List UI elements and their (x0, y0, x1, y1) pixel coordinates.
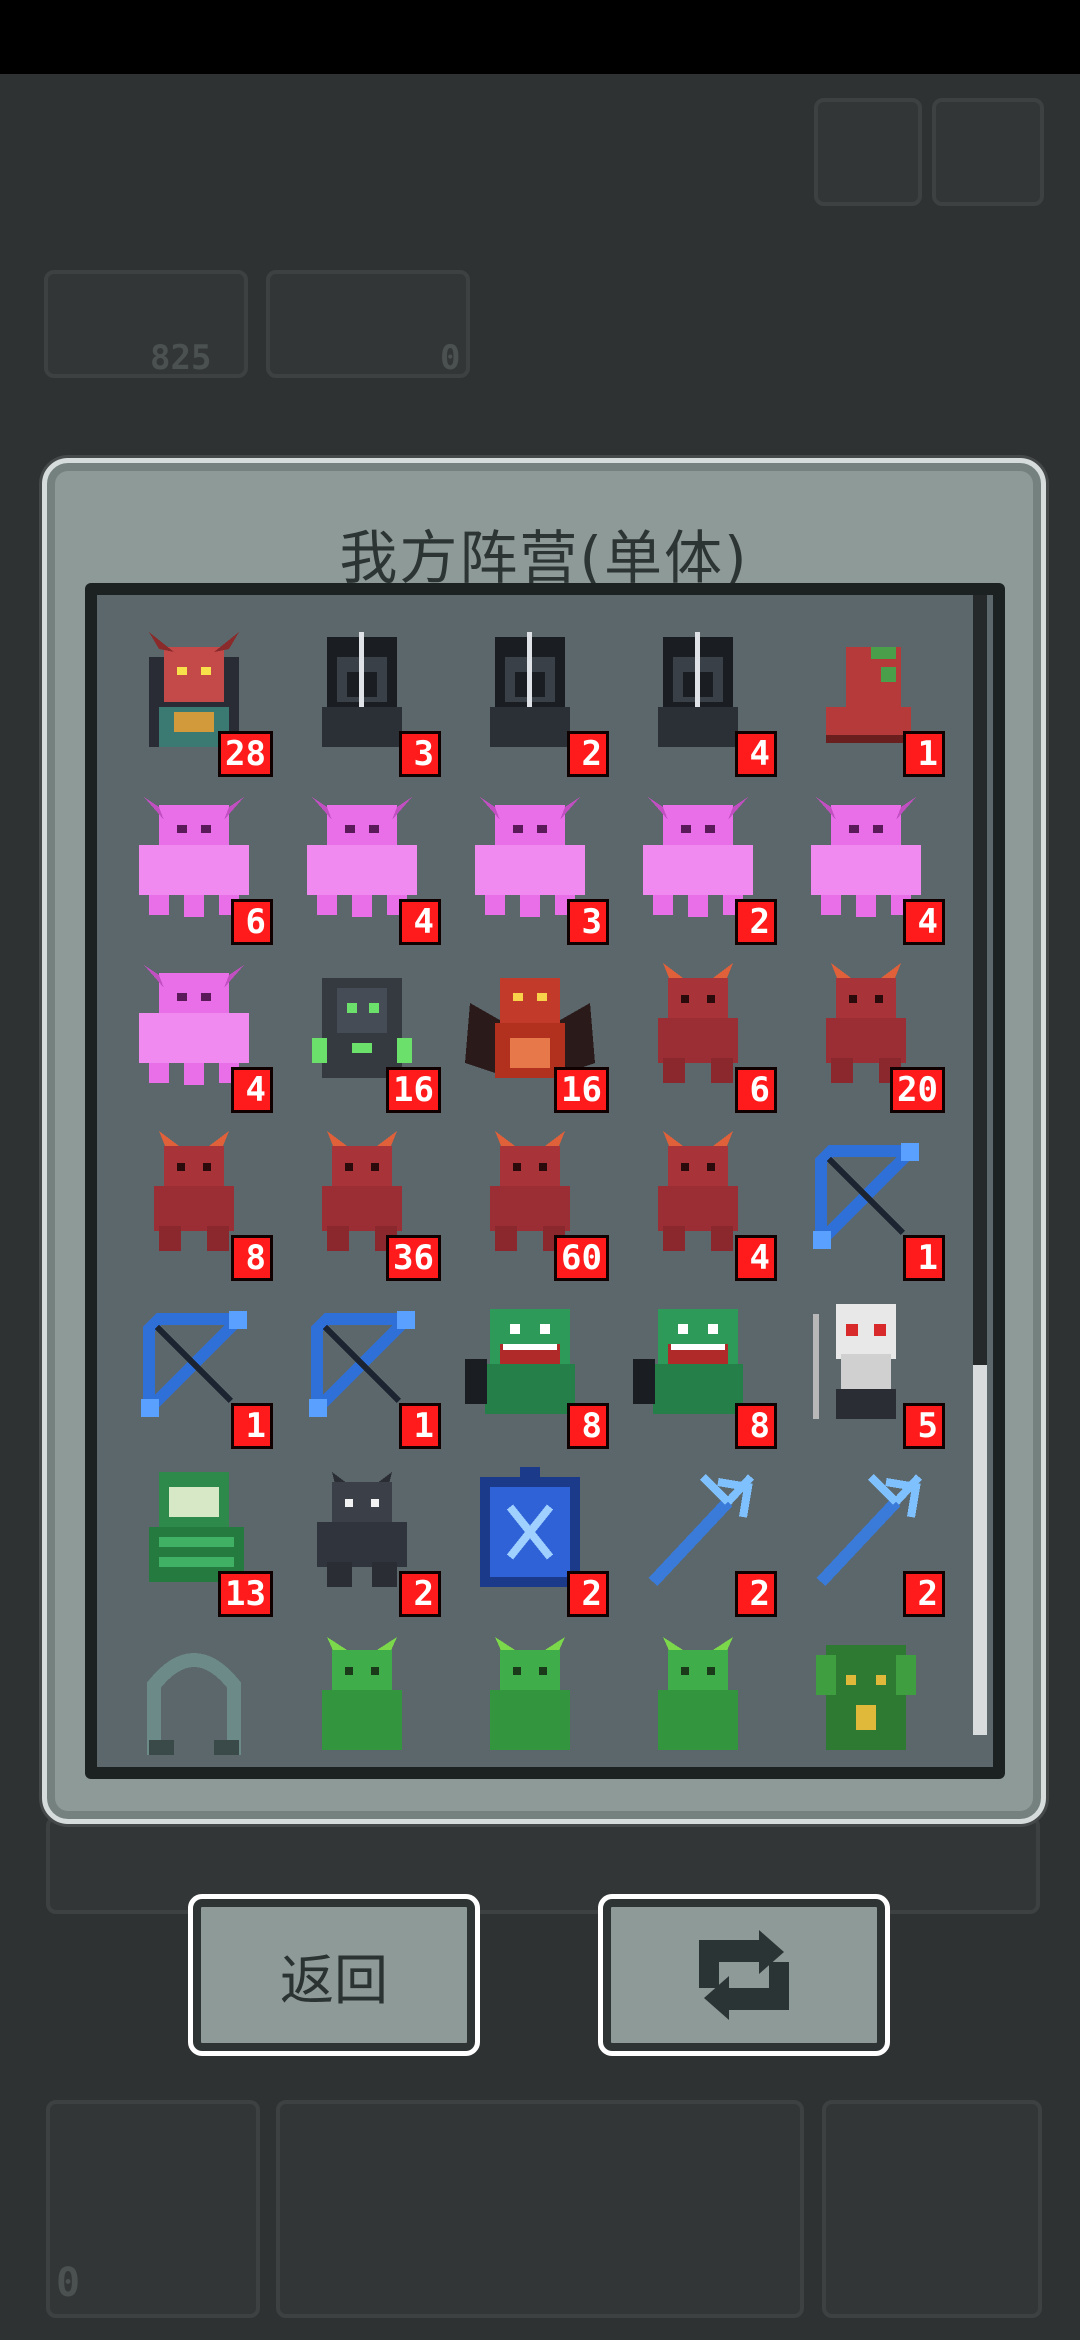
unit-count-badge: 8 (567, 1403, 609, 1449)
unit-count-badge: 8 (231, 1235, 273, 1281)
unit-card[interactable]: 2 (623, 785, 791, 953)
unit-count-badge: 3 (399, 731, 441, 777)
scrollbar-thumb[interactable] (973, 595, 987, 1365)
unit-card[interactable]: 5 (791, 1289, 959, 1457)
unit-card[interactable] (455, 1625, 623, 1767)
unit-card[interactable]: 13 (119, 1457, 287, 1625)
stone-arch-icon (147, 1653, 241, 1755)
unit-card[interactable]: 4 (791, 785, 959, 953)
unit-count-badge: 4 (735, 1235, 777, 1281)
unit-count-badge: 2 (567, 1571, 609, 1617)
unit-card[interactable]: 36 (287, 1121, 455, 1289)
bottom-left-count: 0 (56, 2260, 81, 2306)
unit-card[interactable] (119, 1625, 287, 1767)
unit-card[interactable]: 3 (287, 617, 455, 785)
unit-card[interactable]: 28 (119, 617, 287, 785)
refresh-icon (699, 1930, 789, 2020)
unit-count-badge: 1 (903, 731, 945, 777)
top-right-button-b (932, 98, 1044, 206)
refresh-button[interactable] (598, 1894, 890, 2056)
unit-card[interactable]: 2 (623, 1457, 791, 1625)
unit-card[interactable]: 8 (119, 1121, 287, 1289)
unit-card[interactable]: 1 (119, 1289, 287, 1457)
status-bar (0, 0, 1080, 74)
unit-count-badge: 2 (567, 731, 609, 777)
unit-card[interactable]: 4 (623, 1121, 791, 1289)
unit-card[interactable]: 6 (623, 953, 791, 1121)
unit-count-badge: 4 (735, 731, 777, 777)
unit-count-badge: 1 (231, 1403, 273, 1449)
unit-count-badge: 2 (903, 1571, 945, 1617)
unit-count-badge: 1 (399, 1403, 441, 1449)
green-goblin-icon (490, 1637, 570, 1750)
unit-count-badge: 2 (399, 1571, 441, 1617)
unit-card[interactable]: 1 (791, 617, 959, 785)
unit-card[interactable]: 2 (455, 1457, 623, 1625)
unit-grid-frame: 28 3 2 4 1 6 4 3 2 4 4 16 16 6 20 8 36 60 4 1 1 1 8 8 5 13 2 2 2 2 (85, 583, 1005, 1779)
unit-count-badge: 2 (735, 899, 777, 945)
unit-count-badge: 1 (903, 1235, 945, 1281)
treant-icon (816, 1645, 916, 1750)
unit-count-badge: 20 (890, 1067, 945, 1113)
unit-count-badge: 28 (218, 731, 273, 777)
unit-count-badge: 36 (386, 1235, 441, 1281)
unit-card[interactable]: 8 (455, 1289, 623, 1457)
unit-count-badge: 16 (386, 1067, 441, 1113)
unit-card[interactable]: 16 (287, 953, 455, 1121)
back-button-label: 返回 (280, 1948, 388, 2012)
unit-card[interactable]: 60 (455, 1121, 623, 1289)
bottom-right-slot (822, 2100, 1042, 2318)
unit-count-badge: 16 (554, 1067, 609, 1113)
bottom-center-slot (276, 2100, 804, 2318)
top-right-button-a (814, 98, 922, 206)
unit-card[interactable]: 4 (287, 785, 455, 953)
unit-count-badge: 6 (735, 1067, 777, 1113)
unit-count-badge: 13 (218, 1571, 273, 1617)
unit-card[interactable]: 4 (119, 953, 287, 1121)
unit-card[interactable] (287, 1625, 455, 1767)
unit-card[interactable]: 20 (791, 953, 959, 1121)
scrollbar[interactable] (973, 595, 987, 1735)
unit-count-badge: 4 (231, 1067, 273, 1113)
unit-count-badge: 5 (903, 1403, 945, 1449)
camp-dialog: 我方阵营(单体) 28 3 2 4 1 6 4 3 2 4 4 16 16 6 20 8 36 60 4 1 1 1 8 8 5… (42, 458, 1046, 1824)
unit-count-badge: 6 (231, 899, 273, 945)
green-goblin-icon (658, 1637, 738, 1750)
unit-card[interactable]: 3 (455, 785, 623, 953)
unit-card[interactable]: 2 (791, 1457, 959, 1625)
unit-card[interactable]: 6 (119, 785, 287, 953)
unit-card[interactable]: 16 (455, 953, 623, 1121)
unit-card[interactable]: 1 (287, 1289, 455, 1457)
resource-count-left: 825 (150, 338, 212, 378)
unit-card[interactable]: 1 (791, 1121, 959, 1289)
green-goblin-icon (322, 1637, 402, 1750)
unit-grid[interactable]: 28 3 2 4 1 6 4 3 2 4 4 16 16 6 20 8 36 60 4 1 1 1 8 8 5 13 2 2 2 2 (97, 595, 993, 1767)
resource-count-right: 0 (440, 338, 461, 378)
unit-card[interactable] (791, 1625, 959, 1767)
unit-card[interactable] (623, 1625, 791, 1767)
unit-count-badge: 8 (735, 1403, 777, 1449)
unit-count-badge: 2 (735, 1571, 777, 1617)
unit-card[interactable]: 2 (287, 1457, 455, 1625)
unit-count-badge: 3 (567, 899, 609, 945)
unit-card[interactable]: 4 (623, 617, 791, 785)
unit-count-badge: 60 (554, 1235, 609, 1281)
unit-card[interactable]: 8 (623, 1289, 791, 1457)
unit-card[interactable]: 2 (455, 617, 623, 785)
unit-count-badge: 4 (399, 899, 441, 945)
back-button[interactable]: 返回 (188, 1894, 480, 2056)
resource-slot-left (44, 270, 248, 378)
unit-count-badge: 4 (903, 899, 945, 945)
scrollbar-track-lower (973, 1365, 987, 1735)
